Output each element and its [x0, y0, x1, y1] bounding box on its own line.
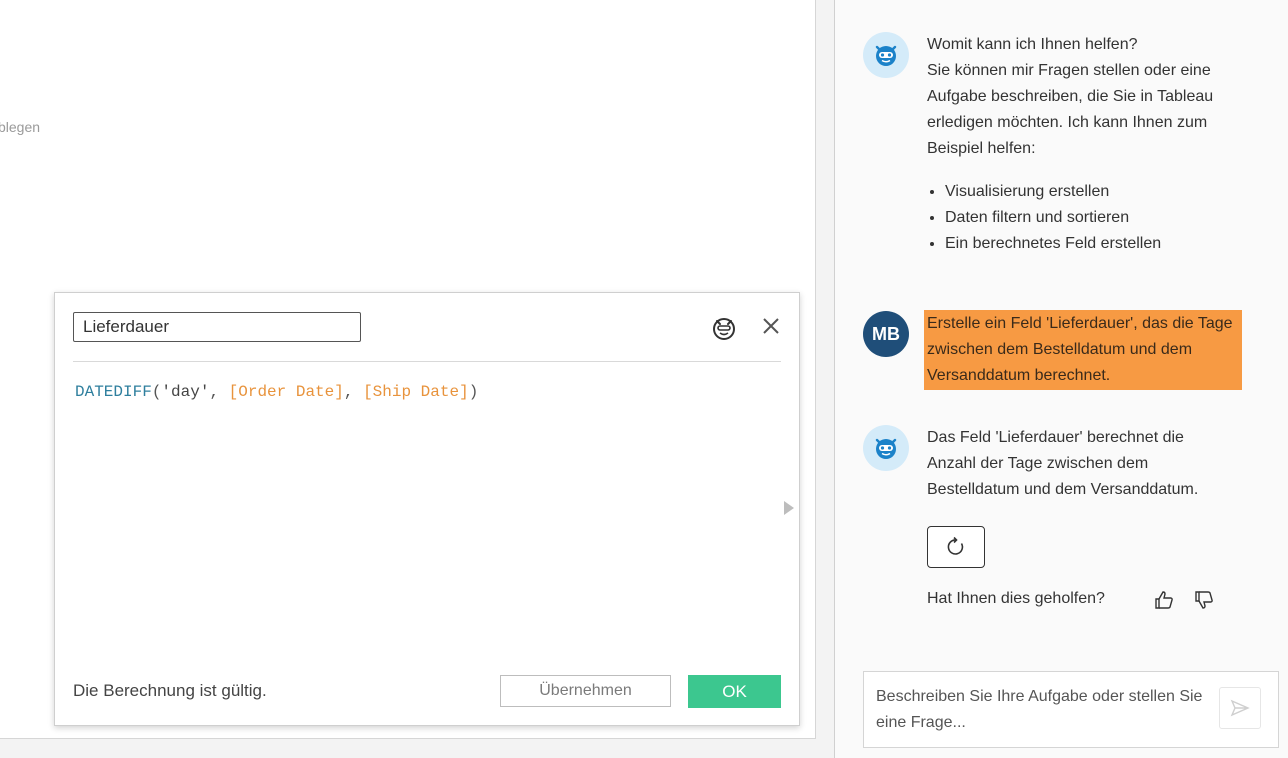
- formula-function: DATEDIFF: [75, 383, 152, 401]
- close-icon[interactable]: [760, 315, 782, 337]
- assistant-avatar: [863, 32, 909, 78]
- chat-input-container: [863, 671, 1279, 748]
- suggestion-list: Visualisierung erstellen Daten filtern u…: [925, 179, 1161, 257]
- expand-panel-arrow-icon[interactable]: [784, 501, 794, 515]
- einstein-bot-icon: [875, 438, 897, 459]
- regenerate-button[interactable]: [927, 526, 985, 568]
- einstein-bot-icon: [875, 45, 897, 66]
- formula-string-arg: 'day': [161, 383, 210, 401]
- refresh-icon: [947, 536, 964, 555]
- send-icon: [1230, 699, 1250, 717]
- feedback-question: Hat Ihnen dies geholfen?: [927, 590, 1105, 607]
- thumbs-down-icon[interactable]: [1193, 589, 1215, 611]
- send-button[interactable]: [1219, 687, 1261, 729]
- chat-input[interactable]: [876, 684, 1206, 740]
- dialog-divider: [73, 361, 781, 362]
- ok-button[interactable]: OK: [688, 675, 781, 708]
- formula-paren-open: (: [151, 383, 162, 401]
- calculation-status: Die Berechnung ist gültig.: [73, 681, 267, 700]
- formula-paren-close: ): [468, 383, 479, 401]
- formula-field-order-date: [Order Date]: [228, 383, 344, 401]
- formula-separator: ,: [343, 383, 364, 401]
- formula-separator: ,: [209, 383, 229, 401]
- assistant-chat-panel: Womit kann ich Ihnen helfen? Sie können …: [835, 0, 1288, 758]
- calculation-editor-dialog: DATEDIFF('day', [Order Date], [Ship Date…: [54, 292, 800, 726]
- calculation-name-input[interactable]: [73, 312, 361, 342]
- list-item: Daten filtern und sortieren: [945, 205, 1161, 231]
- assistant-intro-message: Womit kann ich Ihnen helfen? Sie können …: [927, 36, 1214, 157]
- user-avatar: MB: [863, 311, 909, 357]
- thumbs-up-icon[interactable]: [1153, 589, 1175, 611]
- drop-hint-text: blegen: [0, 119, 41, 135]
- apply-button[interactable]: Übernehmen: [500, 675, 671, 707]
- assistant-avatar: [863, 425, 909, 471]
- list-item: Visualisierung erstellen: [945, 179, 1161, 205]
- user-message: Erstelle ein Feld 'Lieferdauer', das die…: [924, 310, 1242, 390]
- einstein-assistant-icon[interactable]: [710, 314, 738, 342]
- assistant-reply-message: Das Feld 'Lieferdauer' berechnet die Anz…: [927, 429, 1199, 498]
- worksheet-canvas: blegen DATEDIFF('day', [Order Date], [Sh…: [0, 0, 816, 739]
- formula-editor[interactable]: DATEDIFF('day', [Order Date], [Ship Date…: [75, 383, 478, 401]
- list-item: Ein berechnetes Feld erstellen: [945, 231, 1161, 257]
- formula-field-ship-date: [Ship Date]: [363, 383, 469, 401]
